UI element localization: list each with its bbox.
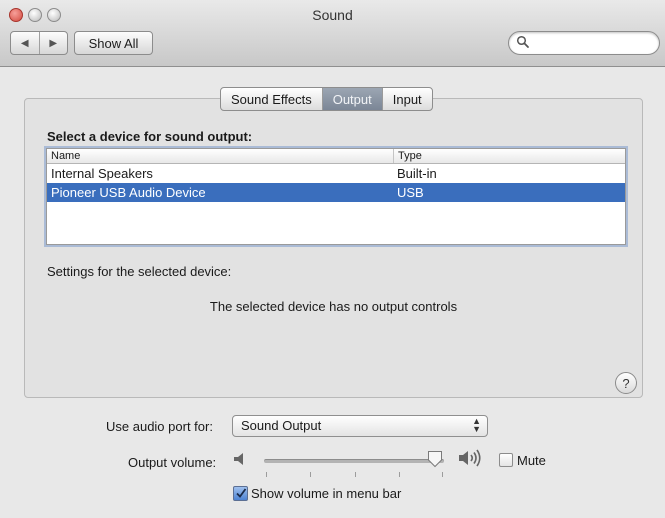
slider-tick [310, 472, 311, 477]
speaker-high-icon [459, 449, 481, 467]
back-forward-control: ◀ ▶ [10, 31, 68, 55]
slider-tick [442, 472, 443, 477]
audio-port-value: Sound Output [241, 418, 322, 433]
mute-label: Mute [517, 453, 546, 468]
output-panel: Select a device for sound output: Name T… [24, 98, 643, 398]
select-device-label: Select a device for sound output: [47, 129, 253, 144]
show-volume-checkbox[interactable] [233, 486, 248, 501]
no-controls-message: The selected device has no output contro… [209, 299, 458, 314]
title-bar: Sound ◀ ▶ Show All [0, 0, 665, 67]
device-type: USB [397, 185, 424, 200]
volume-slider-knob[interactable] [427, 450, 443, 468]
table-header: Name Type [47, 149, 625, 164]
checkmark-icon [236, 488, 247, 498]
window-title: Sound [312, 7, 353, 23]
table-row-selected[interactable]: Pioneer USB Audio Device USB [47, 183, 625, 202]
search-input[interactable] [533, 34, 655, 52]
sound-preferences-window: Sound ◀ ▶ Show All Select a device for s… [0, 0, 665, 518]
device-name: Pioneer USB Audio Device [51, 185, 206, 200]
help-button[interactable]: ? [615, 372, 637, 394]
show-volume-label: Show volume in menu bar [251, 486, 402, 501]
tab-sound-effects[interactable]: Sound Effects [221, 88, 323, 110]
slider-tick [266, 472, 267, 477]
column-header-name[interactable]: Name [47, 149, 394, 163]
forward-button[interactable]: ▶ [40, 32, 68, 54]
search-icon [516, 35, 529, 48]
device-name: Internal Speakers [51, 166, 153, 181]
mute-checkbox[interactable] [499, 453, 513, 467]
tab-bar: Sound Effects Output Input [220, 87, 433, 111]
show-all-button[interactable]: Show All [74, 31, 153, 55]
device-table[interactable]: Name Type Internal Speakers Built-in Pio… [46, 148, 626, 245]
search-field[interactable] [508, 31, 660, 55]
back-button[interactable]: ◀ [11, 32, 40, 54]
volume-slider[interactable] [264, 459, 444, 463]
tab-output[interactable]: Output [322, 88, 383, 110]
tab-input[interactable]: Input [383, 88, 432, 110]
audio-port-select[interactable]: Sound Output ▲ ▼ [232, 415, 488, 437]
popup-arrows-icon: ▲ ▼ [472, 416, 481, 434]
device-type: Built-in [397, 166, 437, 181]
slider-tick [355, 472, 356, 477]
audio-port-label: Use audio port for: [106, 419, 213, 434]
slider-tick [399, 472, 400, 477]
column-header-type[interactable]: Type [394, 149, 422, 163]
output-volume-label: Output volume: [128, 455, 217, 470]
table-row[interactable]: Internal Speakers Built-in [47, 164, 625, 183]
speaker-low-icon [234, 453, 243, 465]
settings-label: Settings for the selected device: [47, 264, 232, 279]
